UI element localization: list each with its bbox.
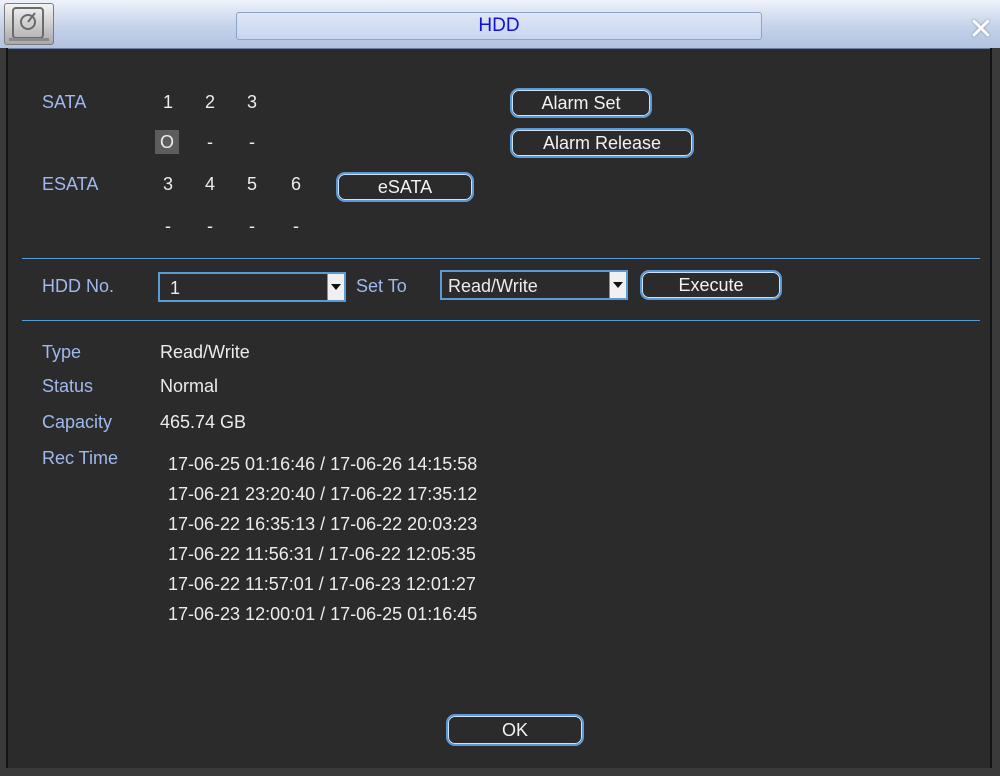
alarm-set-button[interactable]: Alarm Set: [510, 88, 652, 118]
rec-time-entry: 17-06-22 11:56:31 / 17-06-22 12:05:35: [168, 544, 476, 564]
sata-label: SATA: [42, 92, 87, 112]
frame-left: [0, 48, 8, 776]
sata-port-state[interactable]: -: [242, 130, 262, 154]
title-bar: HDD ✕: [0, 0, 1000, 49]
esata-port-state[interactable]: -: [158, 214, 178, 238]
hdd-no-select[interactable]: 1: [158, 272, 346, 302]
hdd-no-value: 1: [170, 278, 181, 298]
ok-button[interactable]: OK: [446, 714, 584, 746]
sata-port-state[interactable]: -: [200, 130, 220, 154]
execute-button[interactable]: Execute: [640, 270, 782, 300]
frame-bottom: [0, 768, 1000, 776]
set-to-value: Read/Write: [448, 276, 538, 296]
sata-port-number: 1: [162, 92, 173, 112]
alarm-release-button[interactable]: Alarm Release: [510, 128, 694, 158]
frame-right: [990, 48, 1000, 776]
status-value: Normal: [160, 376, 219, 396]
window-title: HDD: [236, 12, 762, 40]
rec-time-entry: 17-06-22 11:57:01 / 17-06-23 12:01:27: [168, 574, 476, 594]
sata-port-number: 2: [204, 92, 215, 112]
type-label: Type: [42, 342, 82, 362]
rec-time-entry: 17-06-21 23:20:40 / 17-06-22 17:35:12: [168, 484, 478, 504]
chevron-down-icon[interactable]: [327, 274, 344, 300]
rec-time-entry: 17-06-22 16:35:13 / 17-06-22 20:03:23: [168, 514, 478, 534]
chevron-down-icon[interactable]: [609, 272, 626, 298]
esata-button[interactable]: eSATA: [336, 172, 474, 202]
esata-port-state[interactable]: -: [242, 214, 262, 238]
capacity-value: 465.74 GB: [160, 412, 247, 432]
rec-time-entry: 17-06-23 12:00:01 / 17-06-25 01:16:45: [168, 604, 478, 624]
esata-port-state[interactable]: -: [200, 214, 220, 238]
set-to-select[interactable]: Read/Write: [440, 270, 628, 300]
rec-time-entry: 17-06-25 01:16:46 / 17-06-26 14:15:58: [168, 454, 478, 474]
esata-port-number: 3: [162, 174, 173, 194]
capacity-label: Capacity: [42, 412, 113, 432]
set-to-label: Set To: [356, 276, 407, 296]
hdd-icon: [4, 3, 54, 45]
esata-port-state[interactable]: -: [286, 214, 306, 238]
sata-port-state[interactable]: O: [155, 130, 179, 154]
divider: [22, 258, 980, 259]
esata-port-number: 4: [204, 174, 215, 194]
status-label: Status: [42, 376, 94, 396]
type-value: Read/Write: [160, 342, 250, 362]
divider: [22, 320, 980, 321]
esata-port-number: 6: [290, 174, 301, 194]
close-icon[interactable]: ✕: [965, 14, 997, 46]
sata-port-number: 3: [246, 92, 257, 112]
rec-time-label: Rec Time: [42, 448, 119, 468]
esata-label: ESATA: [42, 174, 99, 194]
hdd-window: HDD ✕ SATA 1 2 3 O - - Alarm Set Alarm R…: [0, 0, 1000, 776]
hdd-no-label: HDD No.: [42, 276, 115, 296]
esata-port-number: 5: [246, 174, 257, 194]
